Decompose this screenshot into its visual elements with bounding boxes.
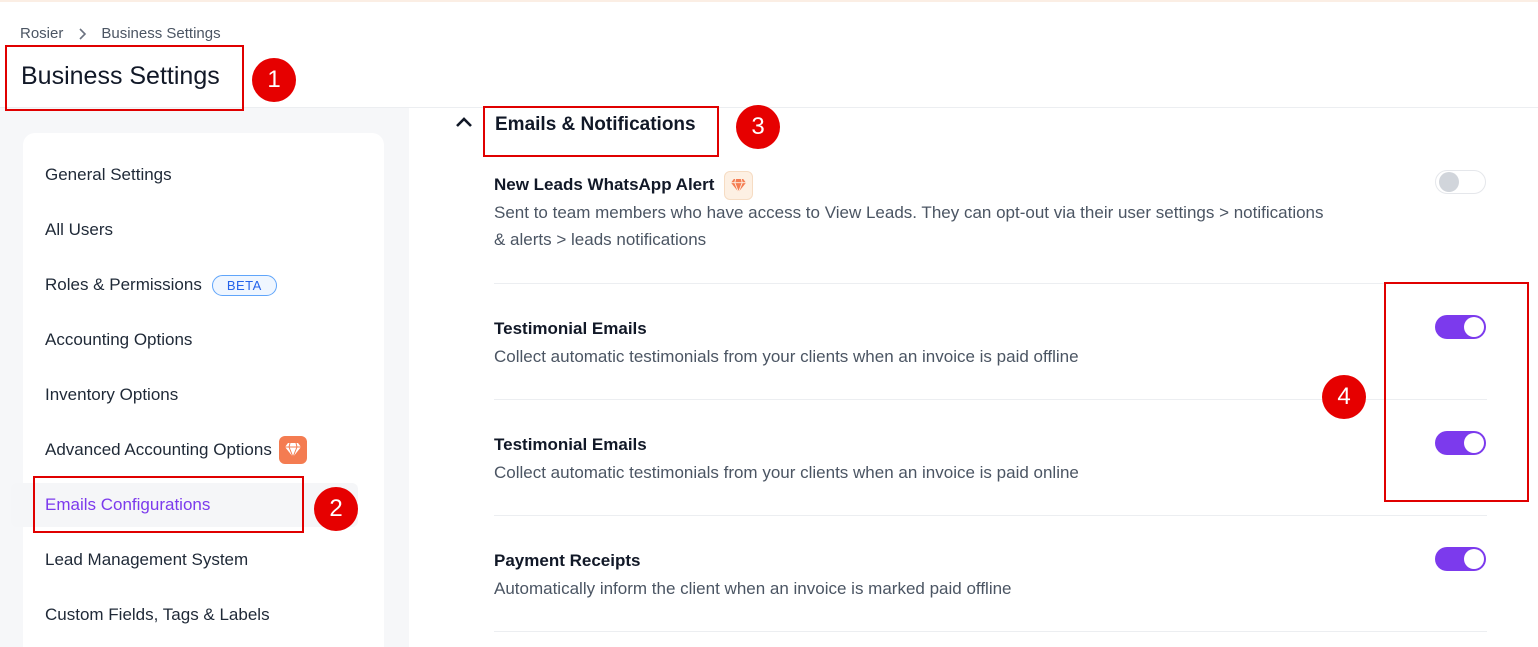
sidebar-item-label: Inventory Options (45, 385, 179, 404)
divider (494, 631, 1487, 632)
toggle-knob (1439, 172, 1459, 192)
payment-receipts-toggle[interactable] (1435, 547, 1486, 571)
sidebar-item-label: General Settings (45, 165, 172, 184)
setting-testimonial-offline: Testimonial Emails Collect automatic tes… (494, 315, 1487, 370)
breadcrumb-current: Business Settings (101, 25, 221, 42)
sidebar-item-custom-fields[interactable]: Custom Fields, Tags & Labels (11, 593, 346, 637)
whatsapp-alert-toggle[interactable] (1435, 170, 1486, 194)
setting-payment-receipts: Payment Receipts Automatically inform th… (494, 547, 1487, 602)
beta-badge: BETA (211, 274, 277, 296)
setting-description: Sent to team members who have access to … (494, 203, 1324, 249)
sidebar-item-label: Lead Management System (45, 550, 249, 569)
annotation-marker-2: 2 (314, 487, 358, 531)
sidebar-item-label: All Users (45, 220, 114, 239)
setting-title: Testimonial Emails (494, 319, 647, 338)
sidebar-item-accounting-options[interactable]: Accounting Options (11, 318, 346, 362)
sidebar-item-advanced-accounting[interactable]: Advanced Accounting Options (11, 428, 346, 472)
setting-testimonial-online: Testimonial Emails Collect automatic tes… (494, 431, 1487, 486)
chevron-up-icon[interactable] (454, 112, 474, 132)
sidebar-item-inventory-options[interactable]: Inventory Options (11, 373, 346, 417)
sidebar-item-label: Accounting Options (45, 330, 193, 349)
sidebar-item-label: Custom Fields, Tags & Labels (45, 605, 270, 624)
section-header (454, 112, 474, 132)
setting-whatsapp-alert: New Leads WhatsApp Alert Sent to team me… (494, 170, 1487, 253)
annotation-marker-4: 4 (1322, 375, 1366, 419)
chevron-right-icon (77, 27, 87, 40)
setting-description: Collect automatic testimonials from your… (494, 347, 1079, 366)
setting-title: Payment Receipts (494, 551, 641, 570)
sidebar-item-roles-permissions[interactable]: Roles & Permissions BETA (11, 263, 346, 307)
annotation-box-3 (483, 106, 719, 157)
sidebar-item-label: Advanced Accounting Options (45, 440, 272, 459)
setting-description: Automatically inform the client when an … (494, 579, 1012, 598)
sidebar-item-general-settings[interactable]: General Settings (11, 153, 346, 197)
annotation-marker-1: 1 (252, 58, 296, 102)
breadcrumb: Rosier Business Settings (20, 25, 221, 42)
annotation-box-1 (5, 45, 244, 111)
annotation-box-2 (33, 476, 304, 533)
gem-icon (724, 170, 754, 200)
divider (494, 283, 1487, 284)
setting-description: Collect automatic testimonials from your… (494, 463, 1079, 482)
setting-title: New Leads WhatsApp Alert (494, 170, 1487, 200)
toggle-knob (1464, 549, 1484, 569)
annotation-box-4 (1384, 282, 1529, 502)
top-accent-line (0, 0, 1538, 2)
sidebar-item-label: Roles & Permissions (45, 275, 202, 294)
sidebar-item-lead-management[interactable]: Lead Management System (11, 538, 346, 582)
breadcrumb-root[interactable]: Rosier (20, 25, 63, 42)
sidebar-item-all-users[interactable]: All Users (11, 208, 346, 252)
setting-title: Testimonial Emails (494, 435, 647, 454)
divider (494, 515, 1487, 516)
setting-title-text: New Leads WhatsApp Alert (494, 175, 715, 194)
annotation-marker-3: 3 (736, 105, 780, 149)
gem-icon (278, 436, 307, 464)
